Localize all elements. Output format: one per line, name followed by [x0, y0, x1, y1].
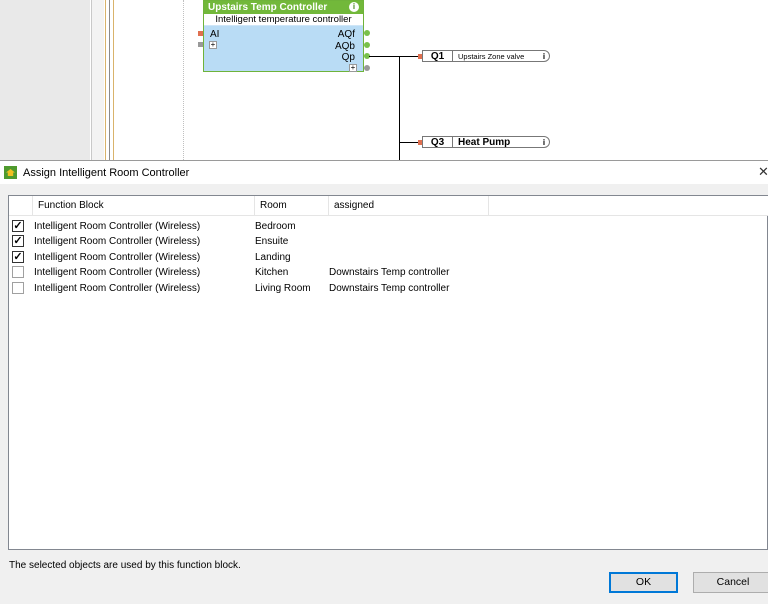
row-assigned: Downstairs Temp controller [329, 267, 450, 278]
connector-line [105, 0, 106, 160]
row-checkbox[interactable] [12, 266, 24, 278]
info-icon[interactable]: i [539, 138, 549, 147]
app-house-icon [4, 166, 17, 179]
output-pin-aqf[interactable] [364, 30, 370, 36]
ruler-strip [91, 0, 104, 160]
output-label-aqf: AQf [337, 29, 355, 40]
row-function-block: Intelligent Room Controller (Wireless) [34, 236, 201, 247]
wire-qp-q1[interactable] [369, 56, 419, 57]
close-icon[interactable]: ✕ [758, 164, 768, 180]
output-label-qp: Qp [341, 52, 355, 63]
input-label-ai: AI [210, 29, 220, 40]
row-room: Ensuite [255, 236, 289, 247]
function-block-upstairs-temp-controller[interactable]: Upstairs Temp Controller i Intelligent t… [203, 0, 364, 72]
add-output-button[interactable]: + [349, 64, 357, 72]
column-header-assigned[interactable]: assigned [329, 196, 489, 216]
row-assigned: Downstairs Temp controller [329, 283, 450, 294]
row-checkbox[interactable]: ✓ [12, 235, 24, 247]
assign-dialog: Assign Intelligent Room Controller ✕ Fun… [0, 160, 768, 604]
page-boundary [183, 0, 184, 160]
list-header: Function Block Room assigned [9, 196, 768, 216]
ok-button[interactable]: OK [609, 572, 678, 593]
output-name: Heat Pump [458, 136, 511, 148]
row-function-block: Intelligent Room Controller (Wireless) [34, 221, 201, 232]
function-block-list[interactable]: Function Block Room assigned ✓ Intellige… [8, 195, 768, 550]
output-block-q1[interactable]: Q1 Upstairs Zone valve i [422, 50, 550, 62]
output-block-q3[interactable]: Q3 Heat Pump i [422, 136, 550, 148]
row-checkbox[interactable]: ✓ [12, 251, 24, 263]
output-id: Q1 [423, 51, 453, 62]
function-block-title: Upstairs Temp Controller i [204, 1, 363, 14]
header-checkbox-column [9, 196, 33, 216]
row-room: Bedroom [255, 221, 296, 232]
function-block-subtitle: Intelligent temperature controller [204, 14, 363, 26]
function-block-title-text: Upstairs Temp Controller [208, 2, 328, 13]
output-id: Q3 [423, 137, 453, 148]
info-icon[interactable]: i [539, 52, 549, 61]
row-checkbox[interactable]: ✓ [12, 220, 24, 232]
list-item[interactable]: ✓ Intelligent Room Controller (Wireless)… [9, 234, 768, 249]
list-item[interactable]: ✓ Intelligent Room Controller (Wireless)… [9, 219, 768, 234]
wire-vertical[interactable] [399, 56, 400, 160]
row-function-block: Intelligent Room Controller (Wireless) [34, 283, 201, 294]
row-checkbox[interactable] [12, 282, 24, 294]
column-header-function-block[interactable]: Function Block [33, 196, 255, 216]
connector-line [109, 0, 110, 160]
dialog-titlebar[interactable]: Assign Intelligent Room Controller ✕ [0, 161, 768, 184]
wire-q3[interactable] [399, 142, 419, 143]
input-pin-extra[interactable] [198, 42, 203, 47]
output-name: Upstairs Zone valve [458, 51, 525, 61]
connector-line [113, 0, 114, 160]
screen: Upstairs Temp Controller i Intelligent t… [0, 0, 768, 604]
row-function-block: Intelligent Room Controller (Wireless) [34, 252, 201, 263]
add-input-button[interactable]: + [209, 41, 217, 49]
status-text: The selected objects are used by this fu… [9, 560, 241, 571]
row-function-block: Intelligent Room Controller (Wireless) [34, 267, 201, 278]
cancel-button[interactable]: Cancel [693, 572, 768, 593]
list-item[interactable]: ✓ Intelligent Room Controller (Wireless)… [9, 250, 768, 265]
row-room: Landing [255, 252, 291, 263]
output-pin-aqb[interactable] [364, 42, 370, 48]
input-pin-ai[interactable] [198, 31, 203, 36]
row-room: Kitchen [255, 267, 289, 278]
list-item[interactable]: Intelligent Room Controller (Wireless) K… [9, 265, 768, 280]
dialog-title: Assign Intelligent Room Controller [23, 166, 190, 179]
output-label-aqb: AQb [334, 41, 355, 52]
diagram-canvas[interactable]: Upstairs Temp Controller i Intelligent t… [0, 0, 768, 160]
output-pin-extra[interactable] [364, 65, 370, 71]
column-header-room[interactable]: Room [255, 196, 329, 216]
toolbar-strip [0, 0, 90, 160]
list-item[interactable]: Intelligent Room Controller (Wireless) L… [9, 281, 768, 296]
info-icon[interactable]: i [349, 2, 359, 12]
row-room: Living Room [255, 283, 311, 294]
